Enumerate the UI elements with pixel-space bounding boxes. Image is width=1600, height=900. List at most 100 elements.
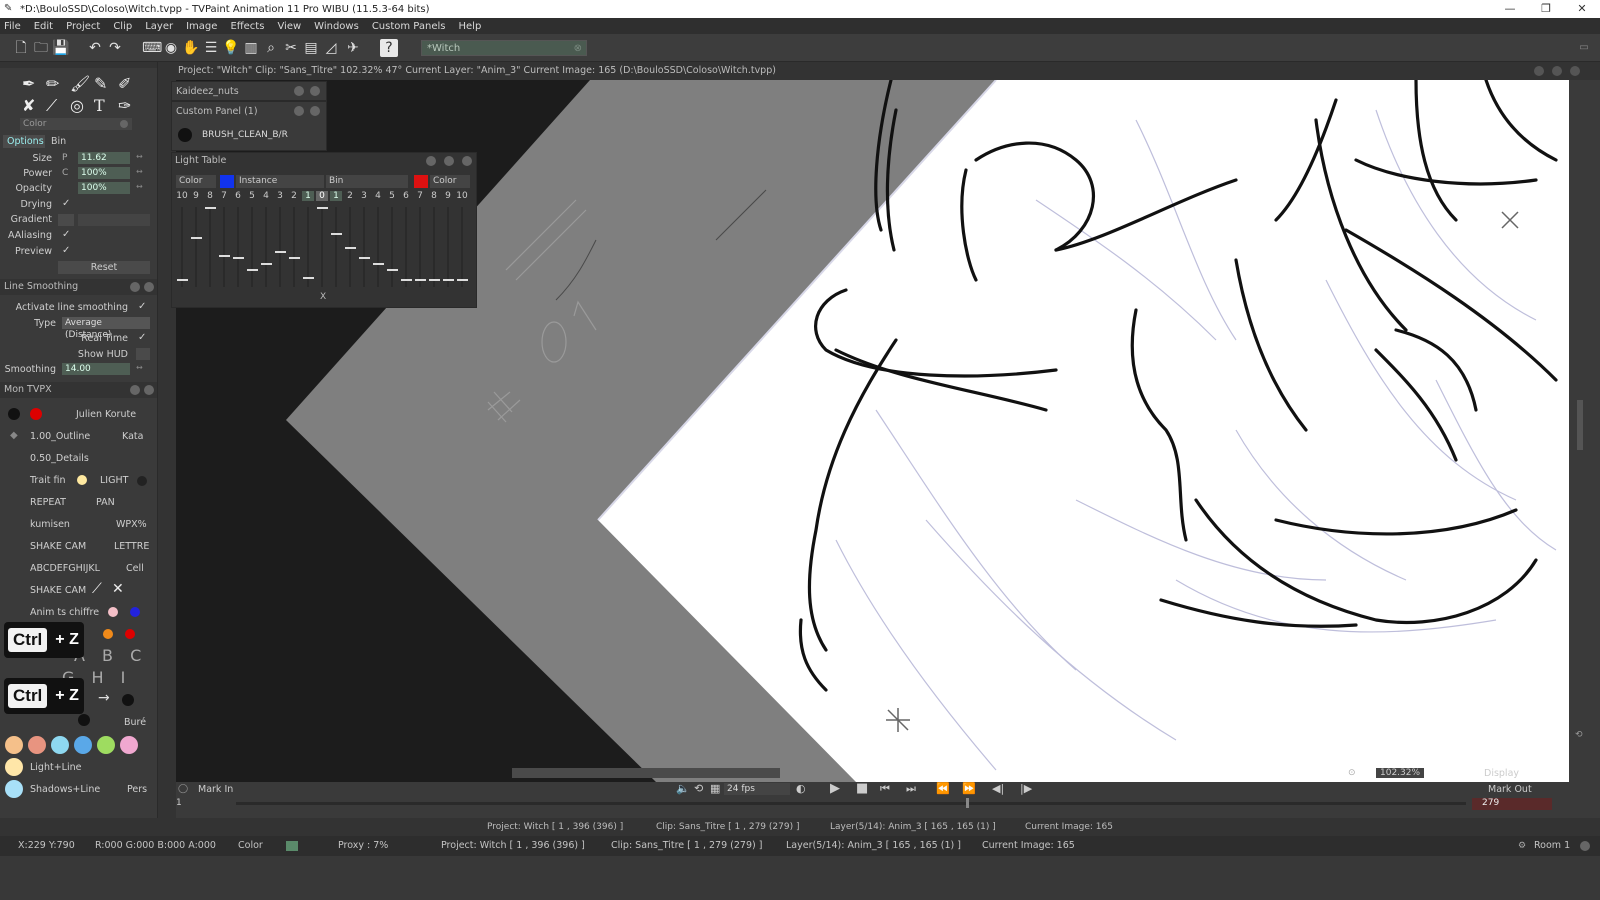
ruler-icon[interactable]: ▥ [242,39,260,57]
preset-shakecam-2[interactable]: SHAKE CAM [30,585,86,596]
preview-checkbox[interactable]: ✓ [62,245,70,256]
pink-dot[interactable] [108,607,118,617]
prev-key-icon[interactable]: ⏪ [936,782,950,795]
lt-slider-track[interactable] [307,207,309,287]
mark-in-label[interactable]: Mark In [198,784,233,795]
color-wheel-icon[interactable]: ◉ [162,39,180,57]
display-button[interactable]: Display [1484,768,1519,779]
mark-out-value[interactable]: 279 [1482,798,1499,808]
info-close-icon[interactable] [1570,66,1580,76]
pen-tool-icon[interactable]: ✒ [22,74,35,93]
lt-number[interactable]: 4 [372,191,384,201]
send-icon[interactable]: ✈ [344,39,362,57]
preset-traitfin[interactable]: Trait fin [30,475,66,486]
power-field[interactable]: 100% [78,167,130,179]
library-icon[interactable]: ▤ [302,39,320,57]
lt-number[interactable]: 8 [204,191,216,201]
stop-icon[interactable]: ■ [856,781,868,796]
lt-slider-track[interactable] [391,207,393,287]
lt-slider-handle[interactable] [177,279,188,281]
showhud-checkbox[interactable] [136,348,150,360]
activate-smoothing-checkbox[interactable]: ✓ [138,301,146,312]
lt-number[interactable]: 6 [232,191,244,201]
menu-effects[interactable]: Effects [230,21,264,32]
lightbulb-icon[interactable]: 💡 [222,39,240,57]
lt-color-left[interactable]: Color [176,175,216,188]
power-mode[interactable]: C [62,168,68,178]
menu-view[interactable]: View [277,21,301,32]
next-frame-icon[interactable]: |▶ [1020,782,1032,795]
lt-number[interactable]: 7 [414,191,426,201]
arrow-right-icon[interactable]: → [98,690,110,706]
scissors-icon[interactable]: ✂ [282,39,300,57]
lt-red-swatch[interactable] [414,175,428,188]
panel-menu-icon[interactable] [130,282,140,292]
lt-slider-track[interactable] [181,207,183,287]
preset-wpx[interactable]: WPX% [116,519,147,530]
panel-close-icon[interactable] [310,86,320,96]
save-icon[interactable]: 💾 [52,39,70,57]
menu-project[interactable]: Project [66,21,100,32]
room-label[interactable]: Room 1 [1534,836,1570,856]
lt-slider-track[interactable] [223,207,225,287]
lt-slider-handle[interactable] [317,207,328,209]
lt-number[interactable]: 3 [274,191,286,201]
volume-icon[interactable]: 🔈 [676,782,690,795]
lt-slider-track[interactable] [195,207,197,287]
lt-number[interactable]: 9 [442,191,454,201]
fps-dropdown[interactable]: 24 fps [724,783,790,795]
lt-slider-handle[interactable] [401,279,412,281]
preset-pan[interactable]: PAN [96,497,115,508]
clear-icon[interactable]: ⊗ [574,41,582,57]
salmon-swatch[interactable] [28,736,46,754]
lt-slider-track[interactable] [405,207,407,287]
panel-close-icon[interactable] [144,385,154,395]
lt-slider-handle[interactable] [345,247,356,249]
onion-icon[interactable]: ◐ [796,782,806,795]
lt-number[interactable]: 4 [260,191,272,201]
timeline-track[interactable] [236,802,1466,805]
lt-number[interactable]: 2 [344,191,356,201]
lt-slider-track[interactable] [279,207,281,287]
room-menu-icon[interactable] [1580,841,1590,851]
smoothing-field[interactable]: 14.00 [62,363,130,375]
lt-slider-handle[interactable] [303,277,314,279]
lt-number[interactable]: 8 [428,191,440,201]
size-mode[interactable]: P [62,153,67,163]
minimize-button[interactable]: — [1492,0,1528,18]
lt-slider-track[interactable] [433,207,435,287]
menu-help[interactable]: Help [459,21,482,32]
panel-close-icon[interactable] [462,156,472,166]
prev-frame-icon[interactable]: ◀| [992,782,1004,795]
next-key-icon[interactable]: ⏩ [962,782,976,795]
preset-lettre[interactable]: LETTRE [114,541,149,552]
black-color-dot[interactable] [8,408,20,420]
project-search-field[interactable]: *Witch ⊗ [421,40,587,56]
skin-swatch[interactable] [5,736,23,754]
lt-number[interactable]: 7 [218,191,230,201]
lt-slider-track[interactable] [237,207,239,287]
lt-slider-track[interactable] [377,207,379,287]
lt-instance-dropdown[interactable]: Instance [236,175,324,188]
blue-dot[interactable] [130,607,140,617]
panel-minimize-icon[interactable] [444,156,454,166]
gradient-bar[interactable] [78,214,150,226]
airbrush-tool-icon[interactable]: ✎ [94,74,107,93]
open-folder-icon[interactable]: 🗀 [32,39,50,57]
lt-slider-handle[interactable] [331,233,342,235]
lt-slider-handle[interactable] [247,269,258,271]
keyboard-icon[interactable]: ⌨ [142,39,162,57]
layers-icon[interactable]: ☰ [202,39,220,57]
undo-icon[interactable]: ↶ [86,39,104,57]
lt-slider-track[interactable] [293,207,295,287]
text-tool-icon[interactable]: T [94,96,105,115]
info-menu-icon[interactable] [1534,66,1544,76]
red-dot-2[interactable] [125,629,135,639]
preset-pers[interactable]: Pers [127,784,147,795]
preset-repeat[interactable]: REPEAT [30,497,66,508]
rotate-icon[interactable]: ⟲ [1575,730,1583,740]
blue-swatch[interactable] [74,736,92,754]
green-swatch[interactable] [97,736,115,754]
opacity-slider-icon[interactable]: ↔ [136,182,143,191]
preset-light[interactable]: LIGHT [100,475,128,486]
